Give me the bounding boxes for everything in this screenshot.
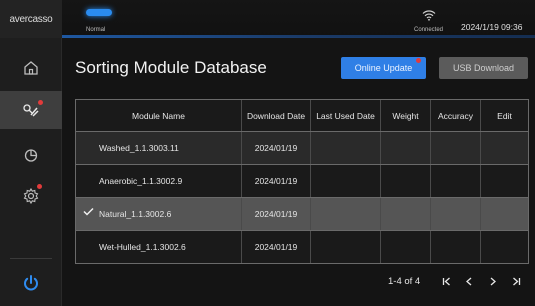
- accuracy: [430, 165, 480, 197]
- online-update-button[interactable]: Online Update: [341, 57, 426, 79]
- column-header: Module Name: [132, 110, 185, 121]
- sorting-module-icon: [23, 104, 39, 117]
- chevron-right-icon: [490, 277, 496, 285]
- notification-badge: [38, 100, 43, 105]
- edit-cell[interactable]: [480, 165, 528, 197]
- last-used-date: [310, 198, 380, 230]
- power-icon: [24, 275, 38, 291]
- first-page-button[interactable]: [437, 272, 455, 290]
- sidebar: avercasso: [0, 0, 62, 306]
- weight: [380, 165, 430, 197]
- sidebar-divider: [10, 258, 52, 259]
- pagination-range: 1-4 of 4: [388, 276, 421, 287]
- sidebar-item-settings[interactable]: [0, 176, 62, 216]
- weight: [380, 231, 430, 263]
- check-icon: [83, 207, 94, 216]
- prev-page-button[interactable]: [460, 272, 478, 290]
- column-header: Download Date: [241, 100, 310, 131]
- table-row[interactable]: Wet-Hulled_1.1.3002.6 2024/01/19: [76, 230, 528, 263]
- connection-status: Connected: [414, 27, 444, 33]
- last-used-date: [310, 132, 380, 164]
- accuracy: [430, 198, 480, 230]
- accuracy: [430, 231, 480, 263]
- home-icon: [24, 61, 38, 75]
- sidebar-item-home[interactable]: [0, 48, 62, 88]
- statistics-pie-icon: [24, 149, 38, 162]
- notification-badge: [37, 184, 42, 189]
- last-used-date: [310, 165, 380, 197]
- module-name-cell: Natural_1.1.3002.6: [76, 198, 241, 230]
- module-name: Washed_1.1.3003.11: [99, 143, 179, 153]
- wifi-icon: [422, 10, 436, 21]
- page-title: Sorting Module Database: [75, 58, 267, 77]
- accuracy: [430, 132, 480, 164]
- table-row-selected[interactable]: Natural_1.1.3002.6 2024/01/19: [76, 197, 528, 230]
- edit-cell[interactable]: [480, 231, 528, 263]
- column-header: Edit: [480, 100, 528, 131]
- next-page-button[interactable]: [484, 272, 502, 290]
- weight: [380, 132, 430, 164]
- settings-gear-icon: [23, 187, 39, 205]
- weight: [380, 198, 430, 230]
- status-glow: [62, 35, 535, 38]
- mode-indicator: [86, 9, 112, 16]
- datetime: 2024/1/19 09:36: [461, 22, 523, 32]
- status-bar: Normal Connected 2024/1/19 09:36: [62, 0, 535, 38]
- module-name: Anaerobic_1.1.3002.9: [99, 176, 183, 186]
- column-header: Last Used Date: [310, 100, 380, 131]
- download-date: 2024/01/19: [241, 165, 310, 197]
- last-page-icon: [512, 277, 520, 285]
- column-header: Weight: [380, 100, 430, 131]
- download-date: 2024/01/19: [241, 132, 310, 164]
- mode-label: Normal: [86, 27, 106, 33]
- edit-cell[interactable]: [480, 198, 528, 230]
- table-header-row: Module Name Download Date Last Used Date…: [76, 100, 528, 131]
- usb-download-button[interactable]: USB Download: [439, 57, 528, 79]
- column-header: Accuracy: [430, 100, 480, 131]
- chevron-left-icon: [466, 277, 472, 285]
- edit-cell[interactable]: [480, 132, 528, 164]
- sidebar-item-sorting-module[interactable]: [0, 91, 62, 129]
- module-name: Wet-Hulled_1.1.3002.6: [99, 242, 186, 252]
- module-table: Module Name Download Date Last Used Date…: [75, 99, 529, 264]
- update-badge: [416, 58, 421, 63]
- download-date: 2024/01/19: [241, 198, 310, 230]
- download-date: 2024/01/19: [241, 231, 310, 263]
- sidebar-item-statistics[interactable]: [0, 135, 62, 175]
- table-row[interactable]: Washed_1.1.3003.11 2024/01/19: [76, 131, 528, 164]
- brand-logo: avercasso: [0, 0, 62, 38]
- last-page-button[interactable]: [507, 272, 525, 290]
- first-page-icon: [442, 277, 450, 285]
- module-name: Natural_1.1.3002.6: [99, 209, 172, 219]
- table-row[interactable]: Anaerobic_1.1.3002.9 2024/01/19: [76, 164, 528, 197]
- power-button[interactable]: [0, 268, 62, 298]
- last-used-date: [310, 231, 380, 263]
